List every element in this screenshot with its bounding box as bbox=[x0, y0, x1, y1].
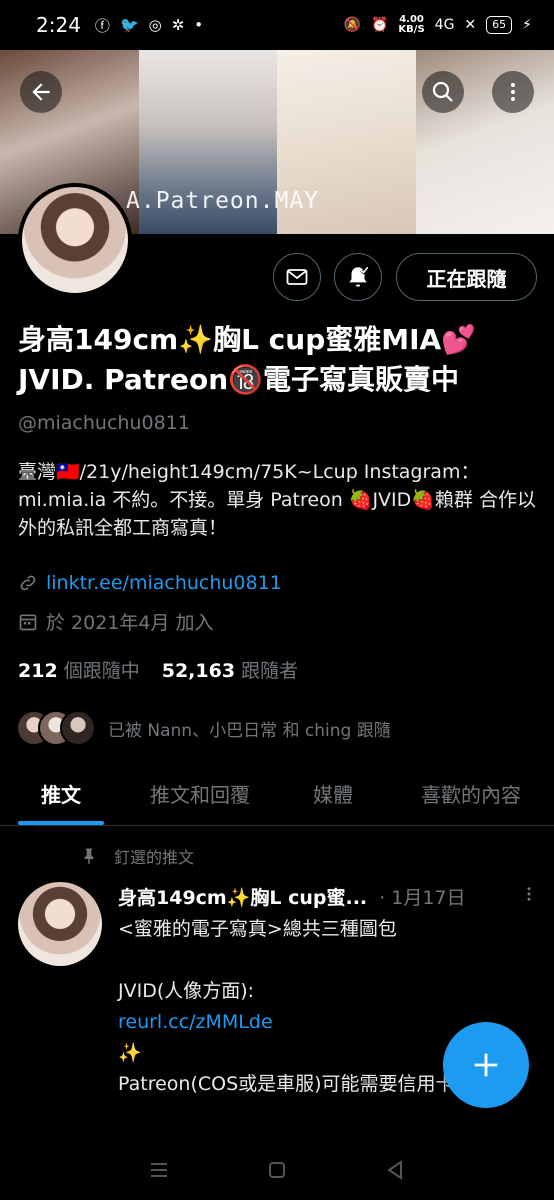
network-type: 4G bbox=[434, 17, 455, 33]
website-link[interactable]: linktr.ee/miachuchu0811 bbox=[46, 572, 282, 594]
tab-label: 喜歡的內容 bbox=[421, 783, 521, 807]
system-navigation-bar bbox=[0, 1140, 554, 1200]
search-icon bbox=[432, 81, 453, 102]
tweet-line: JVID(人像方面): bbox=[118, 980, 255, 1002]
following-count[interactable]: 212 個跟隨中 bbox=[18, 656, 140, 683]
wifi-icon: ✕ bbox=[464, 17, 477, 33]
tweet-line: ✨ bbox=[118, 1042, 142, 1064]
followers-number: 52,163 bbox=[161, 660, 236, 682]
tab-tweets-replies[interactable]: 推文和回覆 bbox=[122, 762, 278, 825]
pinwheel-icon: ✲ bbox=[171, 16, 185, 34]
status-time: 2:24 bbox=[36, 13, 81, 37]
back-icon[interactable] bbox=[383, 1158, 407, 1182]
pinned-label: 釘選的推文 bbox=[80, 844, 194, 868]
followed-by-text: 已被 Nann、小巴日常 和 ching 跟隨 bbox=[108, 720, 391, 741]
recent-apps-icon[interactable] bbox=[147, 1158, 171, 1182]
tweet-more-button[interactable] bbox=[520, 884, 538, 909]
tweet-date: · 1月17日 bbox=[379, 887, 466, 909]
dot-icon: • bbox=[194, 16, 204, 34]
following-number: 212 bbox=[18, 660, 58, 682]
profile-tabs: 推文 推文和回覆 媒體 喜歡的內容 bbox=[0, 762, 554, 826]
display-name-line2: JVID. Patreon🔞電子寫真販賣中 bbox=[18, 363, 460, 396]
tweet-link[interactable]: reurl.cc/zMMLde bbox=[118, 1007, 478, 1038]
compose-tweet-button[interactable] bbox=[443, 1022, 529, 1108]
join-date-text: 於 2021年4月 加入 bbox=[46, 612, 214, 634]
tweet-header: 身高149cm✨胸L cup蜜... · 1月17日 bbox=[118, 883, 538, 910]
battery-icon: 65 bbox=[486, 16, 513, 34]
arrow-left-icon bbox=[32, 83, 50, 101]
more-options-button[interactable] bbox=[492, 71, 534, 113]
tab-tweets[interactable]: 推文 bbox=[0, 762, 122, 825]
pin-icon bbox=[84, 848, 94, 865]
charging-icon: ⚡ bbox=[522, 17, 532, 33]
tab-label: 推文 bbox=[41, 783, 81, 807]
home-icon[interactable] bbox=[265, 1158, 289, 1182]
profile-bio: 臺灣🇹🇼/21y/height149cm/75K~Lcup Instagram：… bbox=[18, 461, 536, 539]
tweet-line: Patreon(COS或是車服)可能需要信用卡: bbox=[118, 1073, 461, 1095]
tweet-author[interactable]: 身高149cm✨胸L cup蜜... bbox=[118, 883, 367, 910]
display-name-line1: 身高149cm✨胸L cup蜜雅MIA💕 bbox=[18, 323, 477, 356]
follow-counts: 212 個跟隨中 52,163 跟隨者 bbox=[18, 656, 298, 683]
mute-icon: 🔕 bbox=[343, 17, 361, 33]
mail-icon bbox=[286, 269, 308, 285]
banner-watermark: A.Patreon.MAY bbox=[126, 188, 320, 214]
tab-label: 推文和回覆 bbox=[150, 783, 250, 807]
facebook-icon: ⓕ bbox=[94, 16, 110, 35]
pinned-text: 釘選的推文 bbox=[114, 848, 195, 867]
display-name: 身高149cm✨胸L cup蜜雅MIA💕 JVID. Patreon🔞電子寫真販… bbox=[18, 320, 538, 400]
status-bar: 2:24 ⓕ 🐦 ◎ ✲ • 🔕 ⏰ 4.00 KB/S 4G ✕ 65 ⚡ bbox=[0, 0, 554, 50]
search-button[interactable] bbox=[422, 71, 464, 113]
following-button[interactable]: 正在跟隨 bbox=[396, 253, 537, 301]
followed-by[interactable]: 已被 Nann、小巴日常 和 ching 跟隨 bbox=[16, 710, 391, 746]
tab-likes[interactable]: 喜歡的內容 bbox=[388, 762, 554, 825]
bell-check-icon bbox=[349, 266, 369, 287]
tab-media[interactable]: 媒體 bbox=[278, 762, 388, 825]
profile-avatar[interactable] bbox=[18, 183, 132, 297]
alarm-icon: ⏰ bbox=[370, 17, 389, 33]
more-vertical-icon bbox=[527, 887, 531, 901]
plus-icon bbox=[474, 1053, 498, 1077]
twitter-icon: 🐦 bbox=[119, 16, 139, 34]
network-speed: 4.00 KB/S bbox=[398, 15, 424, 35]
system-icons: 🔕 ⏰ 4.00 KB/S 4G ✕ 65 ⚡ bbox=[344, 15, 532, 35]
message-button[interactable] bbox=[273, 253, 321, 301]
username: @miachuchu0811 bbox=[18, 412, 190, 434]
join-date: 於 2021年4月 加入 bbox=[18, 608, 214, 635]
back-button[interactable] bbox=[20, 71, 62, 113]
tweet-line: <蜜雅的電子寫真>總共三種圖包 bbox=[118, 918, 397, 940]
active-tab-indicator bbox=[18, 821, 104, 825]
tweet-avatar[interactable] bbox=[18, 882, 102, 966]
calendar-icon bbox=[19, 614, 37, 630]
followers-label: 跟隨者 bbox=[241, 660, 299, 682]
notifications-button[interactable] bbox=[334, 253, 382, 301]
more-vertical-icon bbox=[511, 83, 515, 101]
instagram-icon: ◎ bbox=[148, 16, 162, 34]
followers-count[interactable]: 52,163 跟隨者 bbox=[162, 656, 298, 683]
follower-avatars bbox=[16, 710, 96, 746]
tab-label: 媒體 bbox=[313, 783, 353, 807]
avatar bbox=[60, 710, 96, 746]
link-icon bbox=[20, 575, 36, 591]
speed-unit: KB/S bbox=[398, 24, 425, 35]
tweet-body[interactable]: <蜜雅的電子寫真>總共三種圖包 JVID(人像方面): reurl.cc/zMM… bbox=[118, 914, 478, 1100]
profile-website: linktr.ee/miachuchu0811 bbox=[18, 572, 282, 594]
battery-level: 65 bbox=[492, 18, 507, 31]
following-label: 個跟隨中 bbox=[63, 660, 140, 682]
notification-icons: ⓕ 🐦 ◎ ✲ • bbox=[95, 15, 203, 36]
